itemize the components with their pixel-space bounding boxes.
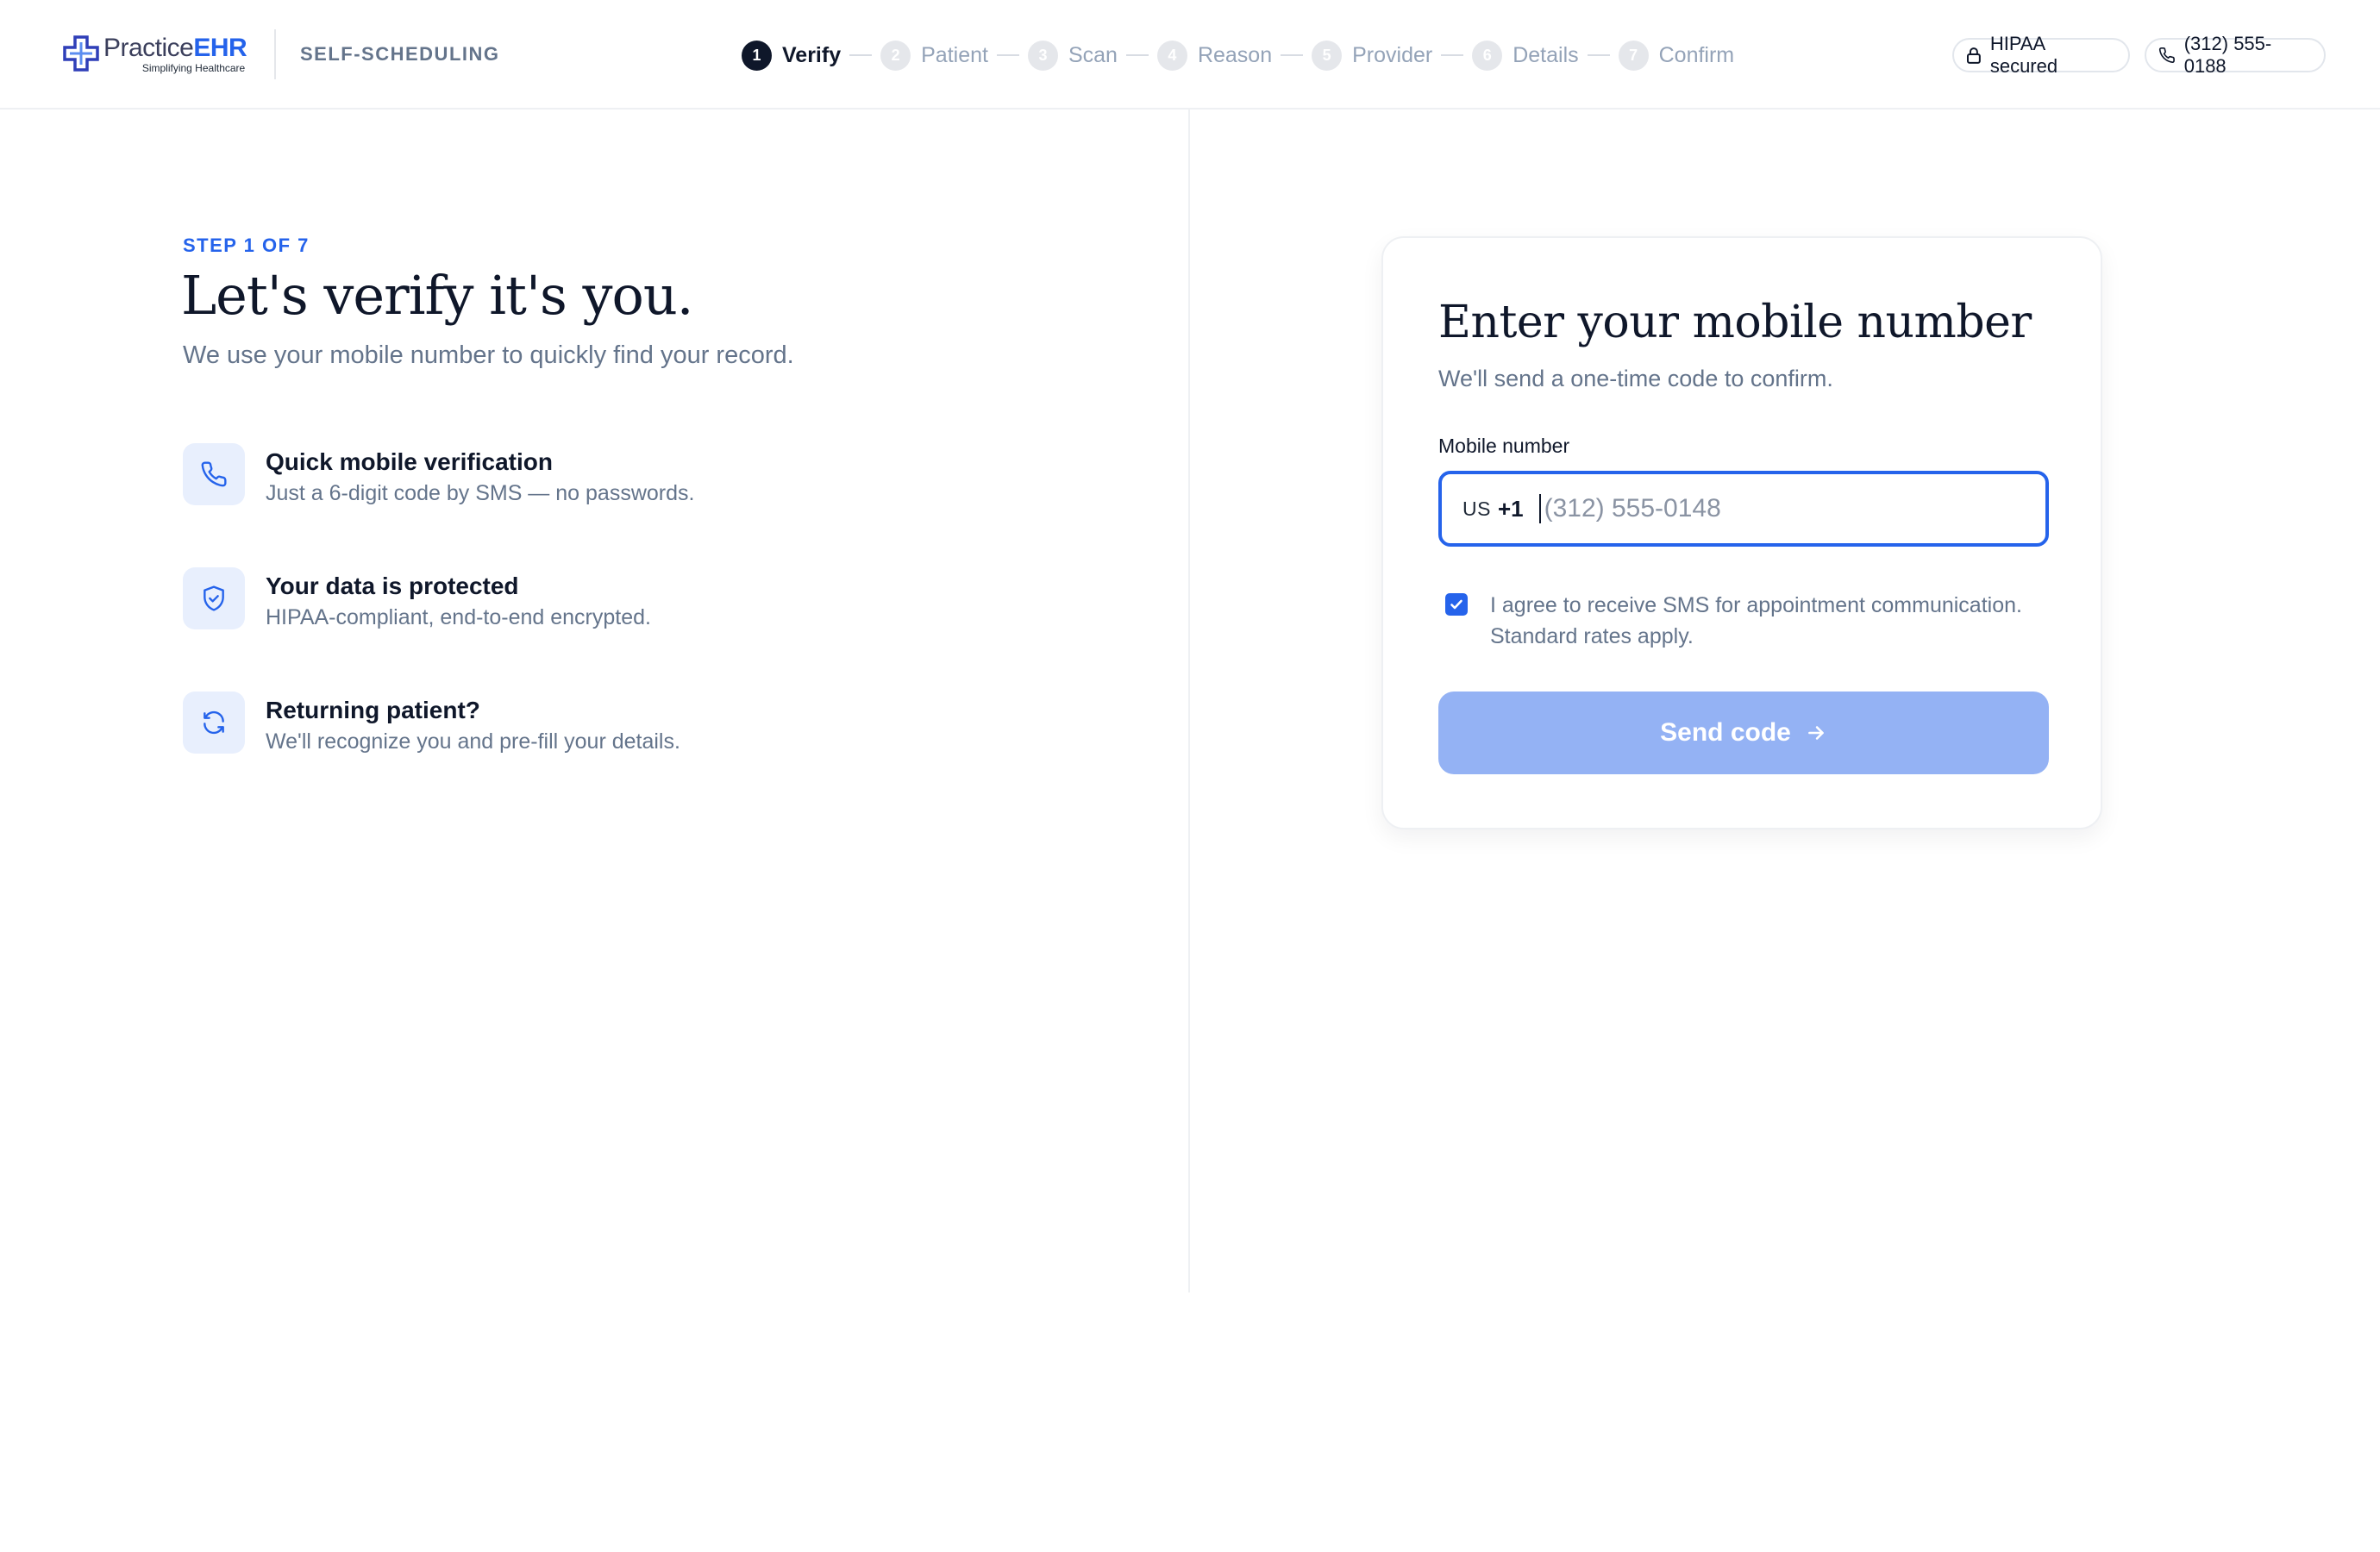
feature-title: Your data is protected [266,573,519,599]
checkmark-icon [1450,599,1462,610]
section-title: SELF-SCHEDULING [300,43,500,65]
card-title: Enter your mobile number [1438,297,2032,348]
feature-data-protected: Your data is protected HIPAA-compliant, … [183,567,959,633]
feature-description: We'll recognize you and pre-fill your de… [266,729,680,754]
step-details: 6 Details [1472,40,1579,71]
feature-quick-verification: Quick mobile verification Just a 6-digit… [183,443,959,509]
step-number: 1 [742,40,772,71]
practiceehr-logo[interactable]: PracticeEHR Simplifying Healthcare [62,33,247,76]
logo-name-practice: Practice [103,34,194,62]
step-number: 4 [1156,40,1187,71]
lock-icon [1966,47,1981,64]
contact-phone-link[interactable]: (312) 555-0188 [2145,33,2326,77]
feature-returning-patient: Returning patient? We'll recognize you a… [183,692,959,757]
mobile-number-input[interactable] [1538,494,2005,523]
step-label: Details [1513,42,1579,67]
sms-consent-text: I agree to receive SMS for appointment c… [1490,593,2022,648]
sms-consent-checkbox[interactable] [1445,593,1468,616]
step-connector [1587,54,1610,56]
hipaa-secured-badge: HIPAA secured [1952,33,2130,77]
mobile-number-field[interactable]: US +1 [1438,471,2049,547]
step-connector [1441,54,1464,56]
header-divider [274,29,276,79]
step-number: 2 [880,40,911,71]
page-subtitle: We use your mobile number to quickly fin… [183,341,794,369]
step-reason: 4 Reason [1156,40,1273,71]
step-number: 7 [1618,40,1649,71]
step-number: 3 [1027,40,1058,71]
mobile-number-card: Enter your mobile number We'll send a on… [1381,236,2102,829]
step-connector [849,54,873,56]
send-code-button[interactable]: Send code [1438,692,2049,774]
send-code-label: Send code [1660,718,1791,747]
step-confirm: 7 Confirm [1618,40,1735,71]
step-provider: 5 Provider [1312,40,1433,71]
mobile-number-label: Mobile number [1438,435,1570,457]
step-verify: 1 Verify [742,40,842,71]
step-connector [996,54,1019,56]
feature-icon-tile [183,567,245,629]
step-label: Verify [782,42,842,67]
step-label: Confirm [1658,42,1735,67]
step-counter: STEP 1 OF 7 [183,235,310,256]
refresh-icon [204,710,224,735]
step-label: Patient [921,42,988,67]
feature-description: HIPAA-compliant, end-to-end encrypted. [266,605,651,629]
country-code-selector[interactable]: US [1462,498,1491,521]
contact-phone-number: (312) 555-0188 [2183,33,2272,77]
step-number: 6 [1472,40,1503,71]
step-label: Reason [1197,42,1273,67]
dial-code: +1 [1497,495,1524,522]
card-subtitle: We'll send a one-time code to confirm. [1438,366,1833,391]
feature-icon-tile [183,443,245,505]
step-patient: 2 Patient [880,40,988,71]
phone-icon [2158,47,2175,63]
phone-icon [201,461,227,487]
arrow-right-icon [1807,726,1824,740]
step-scan: 3 Scan [1027,40,1118,71]
hipaa-label: HIPAA secured [1989,33,2058,77]
step-number: 5 [1312,40,1343,71]
feature-title: Returning patient? [266,697,480,723]
shield-icon [204,585,224,611]
step-label: Provider [1352,42,1433,67]
logo-name-ehr: EHR [193,34,247,62]
step-connector [1281,54,1304,56]
top-header: PracticeEHR Simplifying Healthcare SELF-… [0,0,2380,110]
step-label: Scan [1068,42,1118,67]
feature-title: Quick mobile verification [266,448,553,475]
medical-cross-icon [63,35,99,72]
logo-tagline: Simplifying Healthcare [141,62,246,74]
progress-stepper: 1 Verify 2 Patient 3 Scan 4 Reason 5 Pro… [742,40,1734,71]
page-title: Let's verify it's you. [181,264,694,327]
feature-description: Just a 6-digit code by SMS — no password… [266,481,695,505]
logo-wordmark: PracticeEHR Simplifying Healthcare [103,33,247,74]
feature-icon-tile [183,692,245,754]
step-connector [1125,54,1149,56]
panel-divider [1188,110,1190,1292]
